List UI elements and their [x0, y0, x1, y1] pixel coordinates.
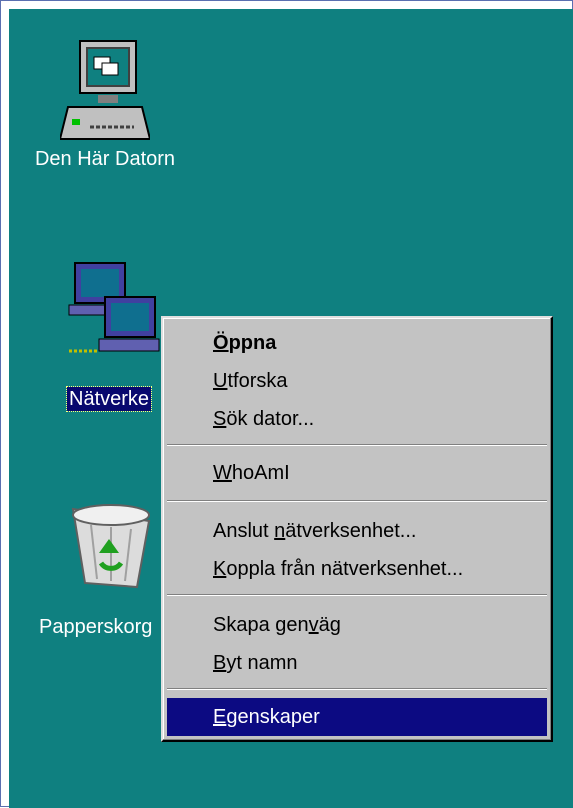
- menu-separator: [167, 688, 547, 690]
- menu-separator: [167, 500, 547, 502]
- menu-item-open[interactable]: Öppna: [167, 324, 547, 362]
- my-computer-icon: [60, 40, 150, 140]
- desktop-icon-label-selected: Nätverke: [65, 386, 153, 412]
- menu-item-whoami[interactable]: WhoAmI: [167, 454, 547, 492]
- menu-separator: [167, 444, 547, 446]
- menu-item-find-computer[interactable]: Sök dator...: [167, 400, 547, 438]
- desktop-icon-network[interactable]: Nätverke: [59, 259, 169, 412]
- menu-item-explore[interactable]: Utforska: [167, 362, 547, 400]
- screenshot-frame: Den Här Datorn Nätverke Papperskorg Öppn…: [0, 0, 573, 808]
- recycle-bin-icon: [71, 504, 151, 589]
- desktop[interactable]: Den Här Datorn Nätverke Papperskorg Öppn…: [9, 9, 573, 808]
- menu-item-create-shortcut[interactable]: Skapa genväg: [167, 606, 547, 644]
- network-neighborhood-icon: [68, 262, 160, 353]
- desktop-icon-label: Papperskorg: [39, 616, 153, 638]
- menu-item-rename[interactable]: Byt namn: [167, 644, 547, 682]
- menu-item-disconnect-drive[interactable]: Koppla från nätverksenhet...: [167, 550, 547, 588]
- desktop-icon-my-computer[interactable]: Den Här Datorn: [25, 37, 185, 171]
- context-menu: Öppna Utforska Sök dator... WhoAmI Anslu…: [161, 316, 553, 742]
- menu-separator: [167, 594, 547, 596]
- desktop-icon-label: Den Här Datorn: [34, 148, 176, 170]
- menu-item-map-drive[interactable]: Anslut nätverksenhet...: [167, 512, 547, 550]
- menu-item-properties[interactable]: Egenskaper: [167, 698, 547, 736]
